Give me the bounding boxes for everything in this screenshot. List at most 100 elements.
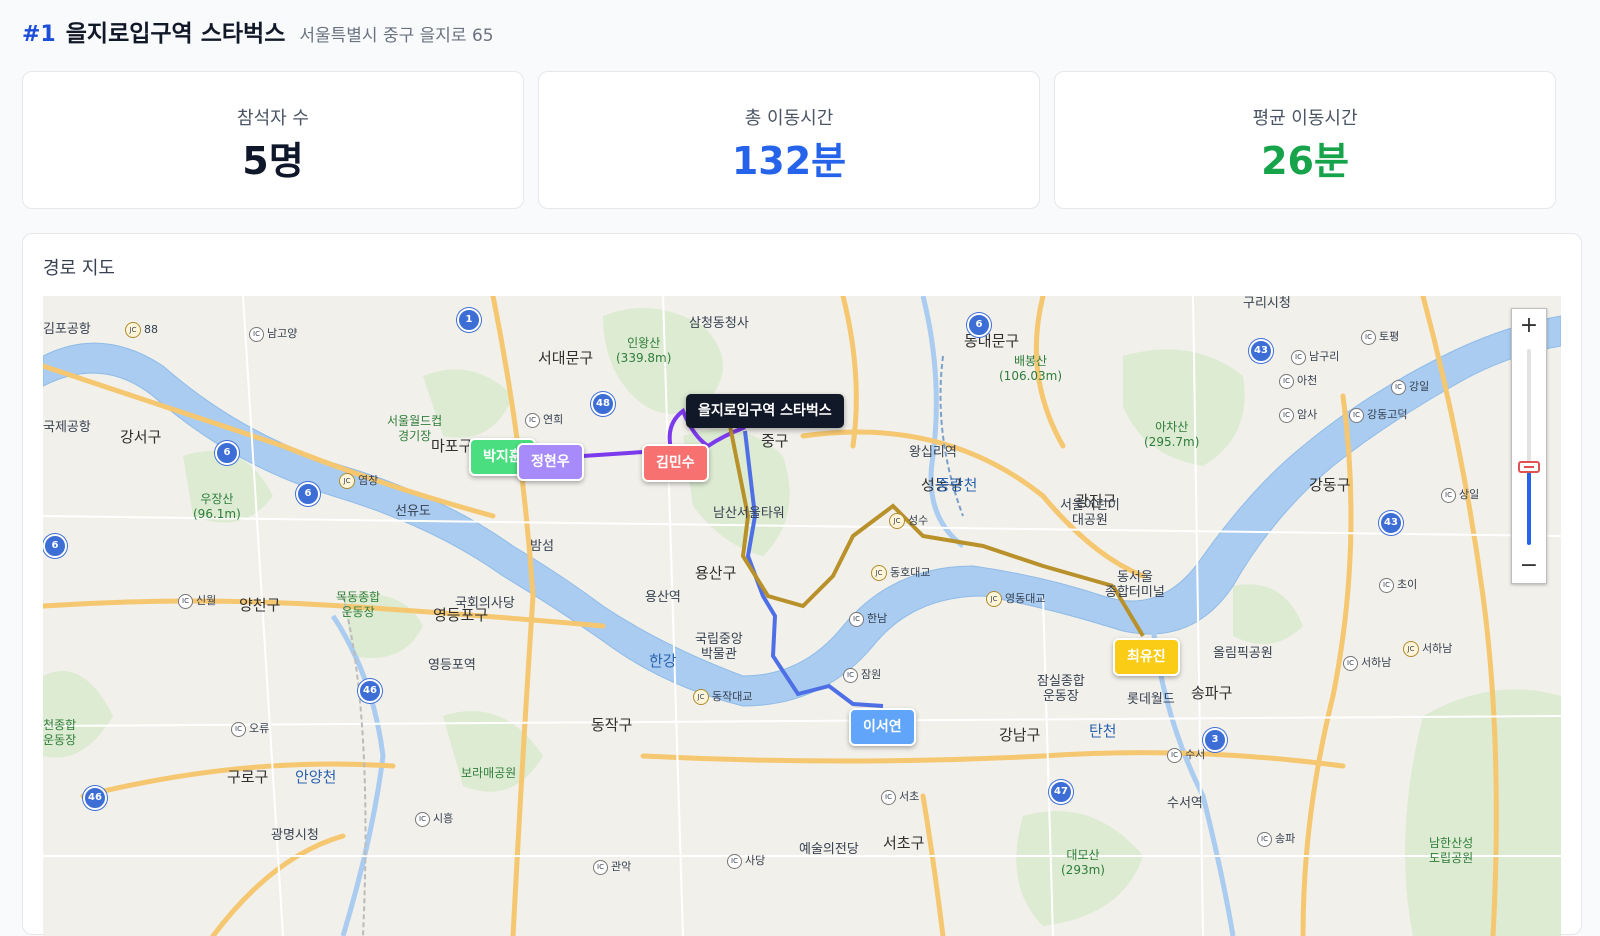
landmark-label: 왕십리역 bbox=[909, 445, 957, 460]
ic-label: 강일 bbox=[1391, 378, 1429, 395]
result-header: #1 을지로입구역 스타벅스 서울특별시 중구 을지로 65 bbox=[22, 14, 494, 50]
zoom-control: + − bbox=[1511, 308, 1547, 584]
participant-marker-kim[interactable]: 김민수 bbox=[642, 444, 709, 482]
landmark-label: 올림픽공원 bbox=[1213, 646, 1273, 661]
district-label: 서대문구 bbox=[538, 349, 594, 367]
landmark-label: 김포공항 bbox=[43, 322, 91, 337]
highway-shield: 3 bbox=[1203, 728, 1227, 752]
ic-label: 토평 bbox=[1361, 328, 1399, 345]
han-river bbox=[43, 315, 1561, 707]
highway-shield: 48 bbox=[591, 392, 615, 416]
stat-label: 참석자 수 bbox=[237, 108, 309, 129]
ic-label: 연희 bbox=[525, 411, 563, 428]
jungnang-stream bbox=[920, 296, 965, 548]
landmark-label: 대모산 (293m) bbox=[1061, 848, 1105, 877]
island-label: 선유도 bbox=[395, 504, 431, 519]
jc-label: 동작대교 bbox=[693, 688, 752, 705]
ic-label: 오류 bbox=[231, 720, 269, 737]
jc-label: 염창 bbox=[339, 472, 378, 489]
landmark-label: 배봉산 (106.03m) bbox=[999, 354, 1063, 383]
jc-label: 동호대교 bbox=[871, 564, 930, 581]
ic-label: 서하남 bbox=[1343, 654, 1391, 671]
stats-row: 참석자 수 5명 총 이동시간 132분 평균 이동시간 26분 bbox=[22, 71, 1580, 211]
landmark-label: 롯데월드 bbox=[1127, 692, 1175, 707]
stream-label: 중랑천 bbox=[936, 476, 978, 494]
zoom-in-button[interactable]: + bbox=[1512, 311, 1546, 341]
anyang-stream bbox=[330, 614, 386, 936]
highway-shield: 43 bbox=[1379, 511, 1403, 535]
landmark-label: 보라매공원 bbox=[461, 766, 517, 780]
ic-label: 남구리 bbox=[1291, 348, 1339, 365]
district-label: 용산구 bbox=[695, 564, 737, 582]
stat-card-avg-time: 평균 이동시간 26분 bbox=[1054, 71, 1556, 209]
landmark-label: 삼청동청사 bbox=[689, 316, 749, 331]
landmark-label: 광명시청 bbox=[271, 828, 319, 843]
stat-label: 평균 이동시간 bbox=[1252, 108, 1358, 129]
district-label: 서초구 bbox=[883, 834, 925, 852]
landmark-label: 영등포역 bbox=[428, 658, 476, 673]
highway-shield: 47 bbox=[1049, 780, 1073, 804]
landmark-label: 목동종합 운동장 bbox=[336, 590, 381, 619]
destination-marker[interactable]: 을지로입구역 스타벅스 bbox=[686, 394, 844, 428]
stat-value: 26분 bbox=[1261, 139, 1349, 183]
landmark-label: 잠실종합 운동장 bbox=[1037, 674, 1085, 704]
landmark-label: 국제공항 bbox=[43, 420, 91, 435]
district-label: 동대문구 bbox=[964, 332, 1020, 350]
highway-shield: 6 bbox=[967, 313, 991, 337]
zoom-slider-handle[interactable] bbox=[1518, 460, 1540, 473]
ic-label: 사당 bbox=[727, 852, 765, 869]
ic-label: 강동고덕 bbox=[1349, 406, 1407, 423]
district-label: 강남구 bbox=[999, 726, 1041, 744]
participant-marker-jung[interactable]: 정현우 bbox=[517, 443, 584, 481]
ic-label: 한남 bbox=[849, 610, 887, 627]
ic-label: 아천 bbox=[1279, 372, 1317, 389]
landmark-label: 남한산성 도립공원 bbox=[1429, 836, 1474, 865]
ic-label: 수서 bbox=[1167, 746, 1205, 763]
district-label: 중구 bbox=[761, 432, 789, 450]
zoom-out-button[interactable]: − bbox=[1512, 551, 1546, 581]
district-label: 동작구 bbox=[591, 716, 633, 734]
highway-shield: 43 bbox=[1249, 339, 1273, 363]
landmark-label: 서울어린이 대공원 bbox=[1060, 498, 1120, 528]
ic-label: 관악 bbox=[593, 858, 631, 875]
highway-shield: 6 bbox=[296, 482, 320, 506]
landmark-label: 서울월드컵 경기장 bbox=[387, 414, 443, 443]
highway-shield: 46 bbox=[358, 679, 382, 703]
district-label: 강서구 bbox=[120, 428, 162, 446]
stream-label: 탄천 bbox=[1089, 722, 1117, 740]
landmark-label: 국회의사당 bbox=[455, 596, 515, 611]
jc-label: 88 bbox=[125, 322, 158, 338]
ic-label: 초이 bbox=[1379, 576, 1417, 593]
highway-shield: 6 bbox=[215, 441, 239, 465]
route-map[interactable]: 서대문구 강서구 마포구 중구 용산구 성동구 광진구 강동구 양천구 영등포구… bbox=[43, 296, 1561, 936]
ic-label: 상일 bbox=[1441, 486, 1479, 503]
zoom-slider-track[interactable] bbox=[1527, 349, 1531, 545]
landmark-label: 동서울 종합터미널 bbox=[1105, 570, 1165, 600]
highway-shield: 1 bbox=[457, 308, 481, 332]
rank-badge: #1 bbox=[22, 22, 56, 47]
stat-value: 132분 bbox=[731, 139, 847, 183]
landmark-label: 국립중앙 박물관 bbox=[695, 632, 743, 662]
landmark-label: 용산역 bbox=[645, 590, 681, 605]
landmark-label: 아차산 (295.7m) bbox=[1144, 420, 1200, 449]
district-label: 양천구 bbox=[239, 596, 281, 614]
landmark-label: 구리시청 bbox=[1243, 296, 1291, 311]
stat-card-attendees: 참석자 수 5명 bbox=[22, 71, 524, 209]
landmark-label: 남산서울타워 bbox=[713, 506, 785, 521]
ic-label: 남고양 bbox=[249, 325, 297, 342]
jc-label: 서하남 bbox=[1403, 640, 1452, 657]
ic-label: 서초 bbox=[881, 788, 919, 805]
landmark-label: 우장산 (96.1m) bbox=[193, 492, 241, 521]
participant-marker-lee[interactable]: 이서연 bbox=[849, 708, 916, 746]
map-card-title: 경로 지도 bbox=[43, 258, 115, 279]
ic-label: 잠원 bbox=[843, 666, 881, 683]
landmark-label: 예술의전당 bbox=[799, 842, 859, 857]
zoom-slider-fill bbox=[1527, 466, 1531, 545]
district-label: 구로구 bbox=[227, 768, 269, 786]
participant-marker-choi[interactable]: 최유진 bbox=[1113, 638, 1180, 676]
district-label: 강동구 bbox=[1309, 476, 1351, 494]
ic-label: 신월 bbox=[178, 592, 216, 609]
ic-label: 시흥 bbox=[415, 810, 453, 827]
stat-value: 5명 bbox=[242, 139, 304, 183]
highway-shield: 46 bbox=[83, 786, 107, 810]
